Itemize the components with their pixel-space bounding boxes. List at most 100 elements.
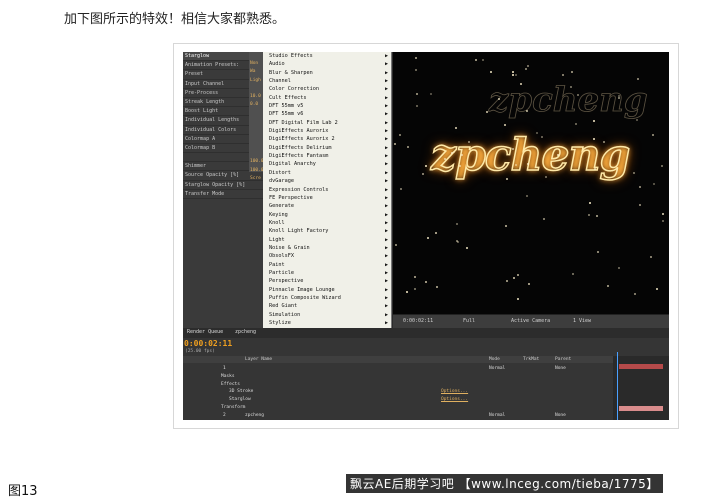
menu-item[interactable]: dvGarage ▶ [263,177,391,185]
effect-control-value[interactable]: 100.0 [249,167,264,175]
effect-control-value[interactable]: 0.0 [249,101,263,109]
star-particle [656,288,658,290]
menu-item[interactable]: Studio Effects ▶ [263,52,391,60]
menu-item-label: Audio [269,61,285,68]
menu-item[interactable]: Blur & Sharpen ▶ [263,69,391,77]
menu-item[interactable]: Simulation ▶ [263,311,391,319]
view-select[interactable]: 1 View [573,318,591,324]
timeline-layer-row[interactable]: Starglow Options... [183,396,613,403]
layer-label: Starglow [229,397,251,403]
star-particle [527,65,529,67]
menu-item[interactable]: Digital Anarchy ▶ [263,160,391,168]
menu-item-label: DFT 55mm v6 [269,111,304,118]
effect-control-value[interactable] [249,126,263,134]
timeline-layer-row[interactable]: 1 Normal None [183,365,613,372]
layer-mode-select[interactable]: Normal [489,412,505,419]
tab-render-queue[interactable]: Render Queue [187,329,223,335]
menu-item[interactable]: Knoll ▶ [263,219,391,227]
effect-options-link[interactable]: Options... [441,388,468,395]
effect-control-value[interactable]: Non [249,60,263,68]
menu-item[interactable]: Stylize ▶ [263,319,391,327]
menu-item[interactable]: Distort ▶ [263,169,391,177]
submenu-arrow-icon: ▶ [384,253,388,260]
current-time-indicator[interactable] [617,352,618,420]
menu-item[interactable]: Perspective ▶ [263,277,391,285]
star-particle [593,138,595,140]
layer-mode-select[interactable]: Normal [489,365,505,372]
effect-control-value[interactable] [249,52,263,60]
menu-item[interactable]: Particle ▶ [263,269,391,277]
watermark: 飘云AE后期学习吧 【www.lnceg.com/tieba/1775】 [346,474,663,493]
effect-control-value[interactable]: 10.0 [249,93,263,101]
menu-item[interactable]: Color Correction ▶ [263,85,391,93]
menu-item[interactable]: Light ▶ [263,236,391,244]
menu-item[interactable]: DigiEffects Aurorix 2 ▶ [263,135,391,143]
timecode-display[interactable]: 0:00:02:11 [403,318,433,324]
menu-item-label: Expression Controls [269,186,329,193]
camera-select[interactable]: Active Camera [511,318,550,324]
menu-item[interactable]: Expression Controls ▶ [263,186,391,194]
star-particle [394,143,396,145]
menu-item[interactable]: DFT 55mm v6 ▶ [263,110,391,118]
timeline-layer-row[interactable]: Masks [183,373,613,380]
effect-menu[interactable]: Studio Effects ▶ Audio ▶ Blur & Sharpen ▶ Chan… [263,52,392,376]
menu-item[interactable]: Pinnacle Image Lounge ▶ [263,286,391,294]
menu-item[interactable]: Knoll Light Factory ▶ [263,227,391,235]
layer-1-bar[interactable] [619,364,663,369]
effect-control-value[interactable]: Scre [249,175,263,183]
star-particle [562,74,564,76]
menu-item[interactable]: Cult Effects ▶ [263,94,391,102]
star-particle [520,83,522,85]
submenu-arrow-icon: ▶ [384,178,388,185]
menu-item[interactable]: Puffin Composite Wizard ▶ [263,294,391,302]
timeline-layer-row[interactable]: Transform [183,404,613,411]
effect-control-value[interactable] [249,85,263,93]
star-particle [650,256,652,258]
effect-control-value[interactable]: Wa [249,68,263,76]
tab-composition[interactable]: zpcheng [235,329,256,335]
effect-control-value[interactable] [249,134,263,142]
submenu-arrow-icon: ▶ [384,320,388,326]
menu-item[interactable]: ObsolsFX ▶ [263,252,391,260]
resolution-select[interactable]: Full [463,318,475,324]
composition-viewer[interactable]: zpcheng zpcheng [393,52,669,314]
timeline-panel: Render Queue zpcheng 0:00:02:11 (25.00 f… [183,328,669,420]
menu-item[interactable]: DigiEffects Delirium ▶ [263,144,391,152]
submenu-arrow-icon: ▶ [384,219,388,226]
menu-item[interactable]: Red Giant ▶ [263,302,391,310]
menu-item[interactable]: DigiEffects Aurorix ▶ [263,127,391,135]
star-particle [589,202,591,204]
menu-item[interactable]: Generate ▶ [263,202,391,210]
menu-item-label: Color Correction [269,86,319,93]
timeline-track-area[interactable] [613,356,669,420]
star-particle [414,276,416,278]
star-particle [475,59,477,61]
menu-item[interactable]: FE Perspective ▶ [263,194,391,202]
effect-options-link[interactable]: Options... [441,396,468,403]
effect-control-value[interactable] [249,150,263,158]
menu-item[interactable]: Keying ▶ [263,211,391,219]
effect-control-value[interactable]: 100.0 [249,158,264,166]
menu-item[interactable]: DFT Digital Film Lab 2 ▶ [263,119,391,127]
effect-control-value[interactable]: Ligh [249,77,263,85]
menu-item[interactable]: Channel ▶ [263,77,391,85]
menu-item[interactable]: Noise & Grain ▶ [263,244,391,252]
timeline-current-time[interactable]: 0:00:02:11 [184,339,232,348]
menu-item-label: DFT Digital Film Lab 2 [269,119,338,126]
layer-parent-select[interactable]: None [555,365,566,372]
effect-control-row[interactable]: Transfer Mode [183,190,263,199]
effect-control-value[interactable] [249,109,263,117]
timeline-layer-row[interactable]: Effects [183,381,613,388]
menu-item[interactable]: DigiEffects Fantasm ▶ [263,152,391,160]
menu-item[interactable]: DFT 55mm v5 ▶ [263,102,391,110]
menu-item[interactable]: Paint ▶ [263,261,391,269]
timeline-layer-row[interactable]: 3D Stroke Options... [183,388,613,395]
layer-parent-select[interactable]: None [555,412,566,419]
menu-item-label: Channel [269,78,291,85]
layer-label: Effects [221,381,240,387]
effect-control-value[interactable] [249,118,263,126]
layer-2-bar[interactable] [619,406,663,411]
timeline-layer-row[interactable]: 2 zpcheng Normal None [183,412,613,419]
menu-item[interactable]: Audio ▶ [263,60,391,68]
effect-control-value[interactable] [249,142,263,150]
